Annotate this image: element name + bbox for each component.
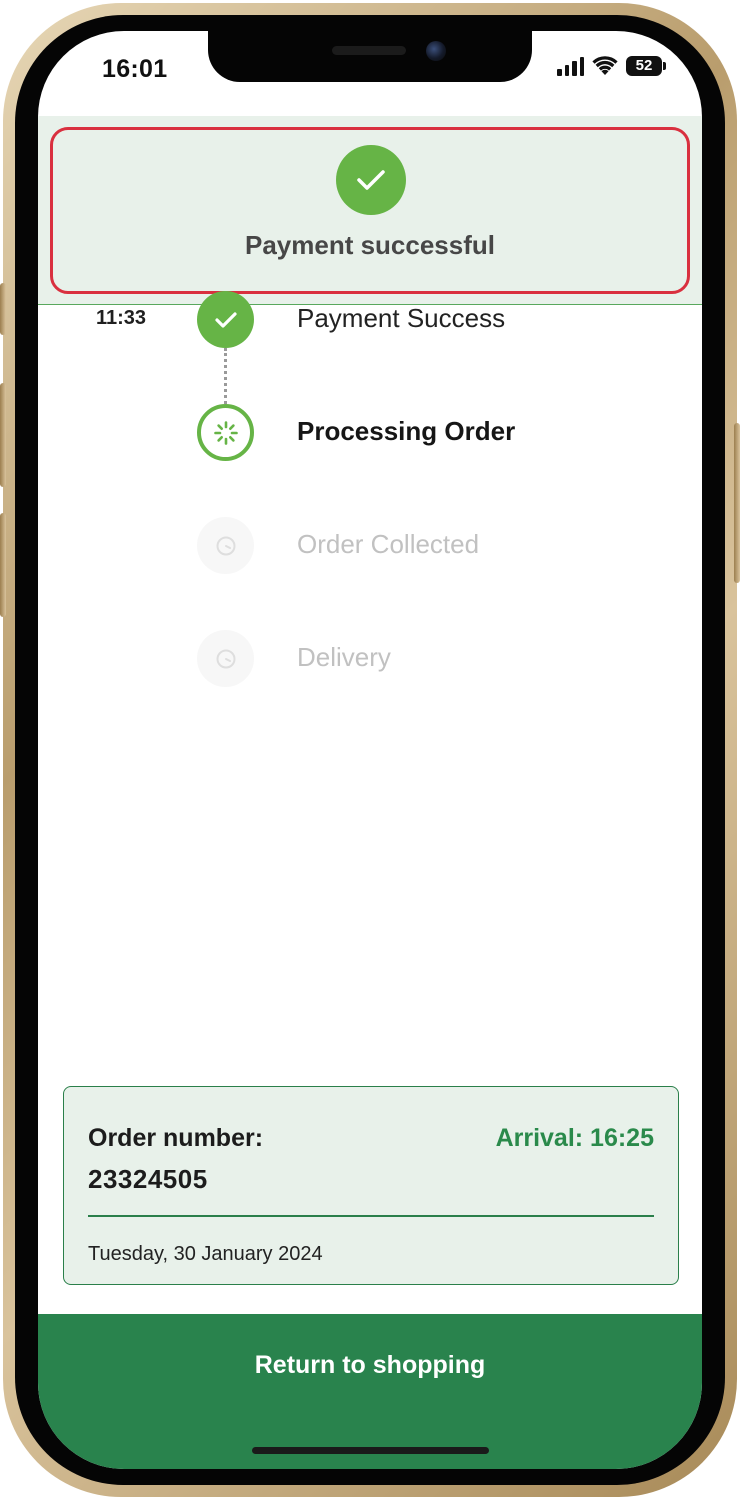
order-date: Tuesday, 30 January 2024 xyxy=(88,1243,323,1265)
timeline-step-processing-order: Processing Order xyxy=(297,416,516,446)
check-icon xyxy=(336,145,406,215)
timeline-connector xyxy=(224,348,227,404)
payment-success-banner: Payment successful xyxy=(50,127,690,294)
timeline-step-time: 11:33 xyxy=(96,307,147,329)
timeline-step-payment-success: Payment Success xyxy=(297,303,506,333)
clock-icon xyxy=(197,630,254,687)
loading-spinner-icon xyxy=(197,404,254,461)
home-indicator[interactable] xyxy=(252,1447,489,1454)
app-screen: 16:01 52 Payment successful 11:33 Paymen… xyxy=(38,31,702,1469)
order-number-label: Order number: xyxy=(88,1124,264,1152)
wifi-icon xyxy=(592,56,618,75)
volume-down-button xyxy=(0,513,6,617)
silent-switch xyxy=(0,283,6,335)
order-number: 23324505 xyxy=(88,1164,208,1194)
return-button-label: Return to shopping xyxy=(254,1351,486,1379)
battery-icon: 52 xyxy=(626,56,666,76)
status-bar-time: 16:01 xyxy=(102,55,168,83)
card-divider xyxy=(88,1215,654,1217)
order-summary-card: Order number: 23324505 Arrival: 16:25 Tu… xyxy=(63,1086,679,1285)
timeline-step-order-collected: Order Collected xyxy=(297,529,480,559)
power-button xyxy=(734,423,740,583)
step-completed-check-icon xyxy=(197,291,254,348)
return-to-shopping-button[interactable]: Return to shopping xyxy=(38,1314,702,1469)
notch xyxy=(208,31,532,82)
front-camera xyxy=(426,41,446,61)
speaker-grille xyxy=(332,46,406,55)
banner-message: Payment successful xyxy=(244,230,495,260)
timeline-step-delivery: Delivery xyxy=(297,642,391,672)
volume-up-button xyxy=(0,383,6,487)
clock-icon xyxy=(197,517,254,574)
arrival-time: Arrival: 16:25 xyxy=(495,1124,654,1152)
battery-level: 52 xyxy=(635,57,653,74)
cellular-signal-icon xyxy=(557,56,584,76)
status-bar-icons: 52 xyxy=(557,56,666,76)
